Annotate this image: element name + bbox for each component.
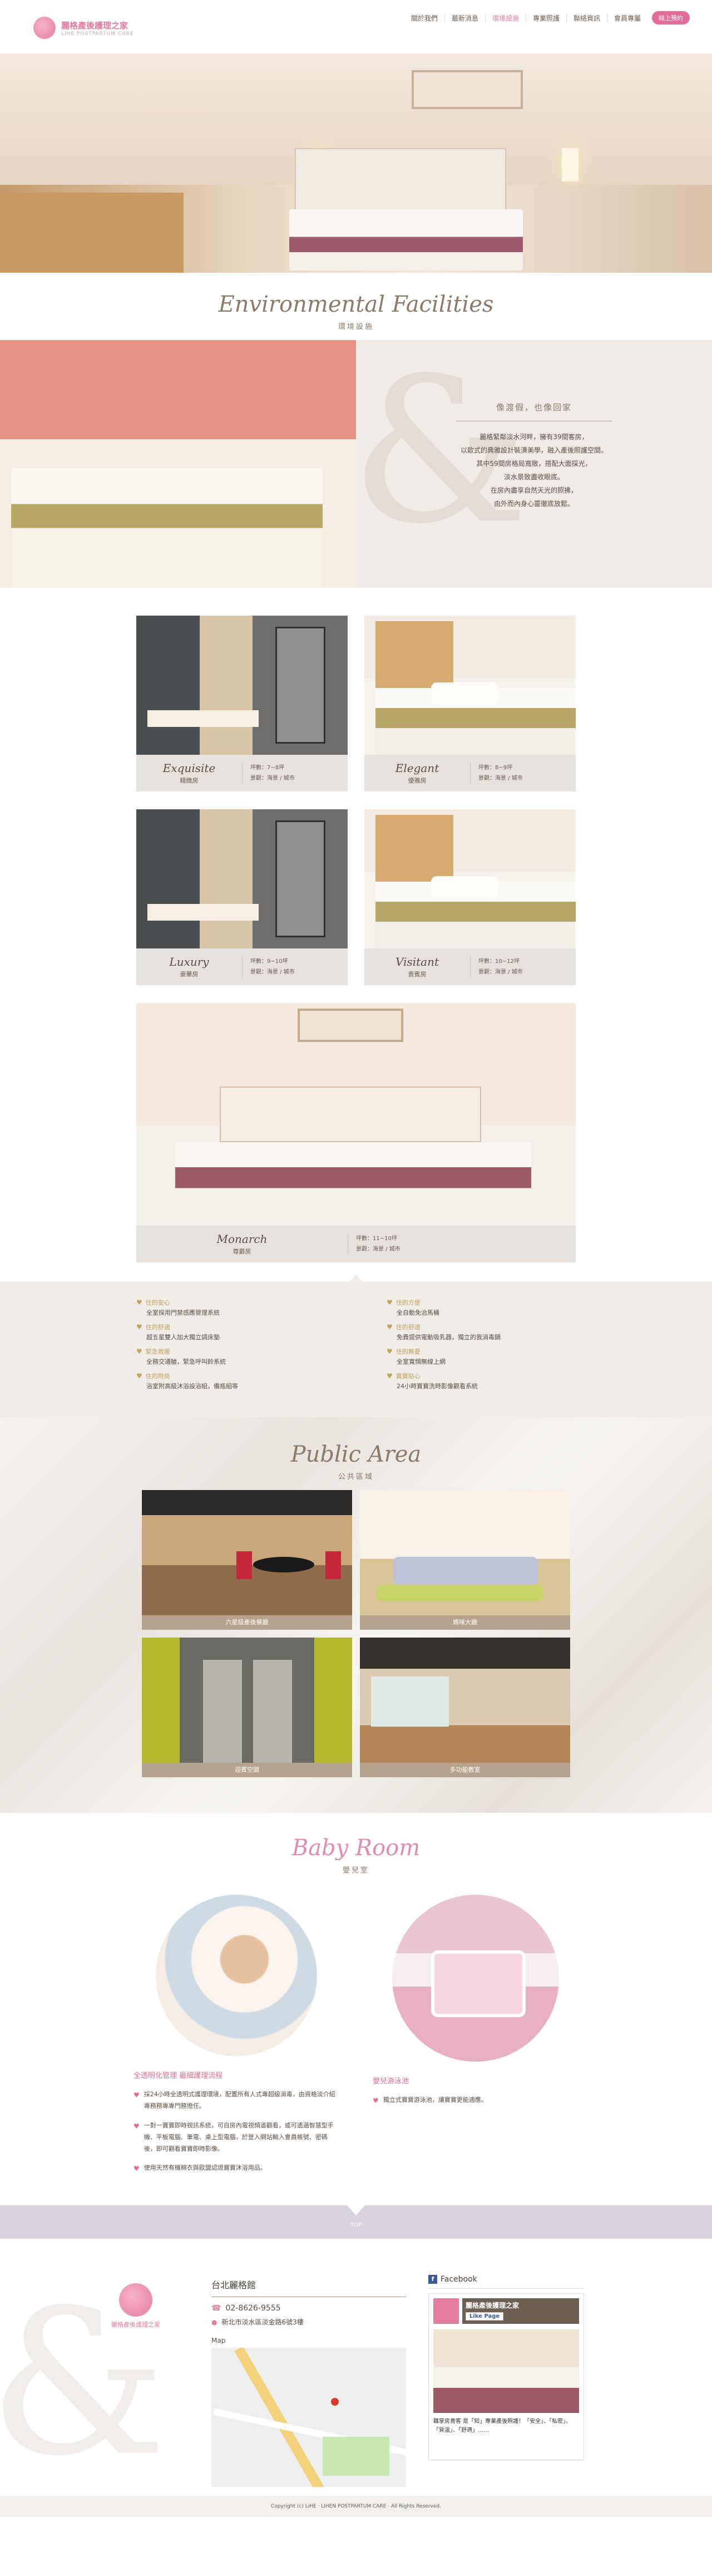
site-footer: & 麗格產後護理之家 台北麗格館 ☎ 02-8626-9555 ● 新北市淡水區淡金… (0, 2239, 712, 2518)
map-pin-icon (331, 2398, 339, 2406)
heart-icon: ♥ (136, 1372, 142, 1380)
main-nav: 關於我們 最新消息 環境設施 專業照護 聯絡資訊 會員專屬 線上預約 (404, 11, 690, 24)
features-list: ♥ 住的安心 全室採用門禁感應管理系統 ♥ 住的舒適 超五星雙人加大獨立調床墊 ♥ 緊急救… (0, 1281, 712, 1417)
heart-icon: ♥ (387, 1372, 393, 1380)
site-header: 麗格產後護理之家 LIHE POSTPARTUM CARE 關於我們 最新消息 … (0, 0, 712, 53)
baby-left-heading: 全透明化管理 最細護理流程 (134, 2072, 223, 2080)
intro-line: 以歐式的典雅設計裝潢美學，融入產後照護空間。 (460, 446, 607, 454)
baby-room-title-zh: 嬰兒室 (342, 1866, 369, 1875)
room-card-luxury[interactable]: Luxury 豪華房 坪數：9~10坪 景觀：海景 / 城市 (136, 809, 348, 985)
heart-icon: ♥ (134, 2122, 140, 2130)
environment-title-zh: 環境設施 (338, 323, 374, 331)
logo-mark-icon (33, 17, 56, 39)
nav-members[interactable]: 會員專屬 (606, 13, 647, 23)
room-card-monarch[interactable]: Monarch 尊爵房 坪數：11~10坪 景觀：海景 / 城市 (136, 1003, 576, 1262)
map-label: Map (211, 2337, 226, 2345)
baby-care-photo (156, 1895, 317, 2056)
hero-painting (412, 70, 523, 109)
heart-icon: ♥ (373, 2097, 379, 2105)
nav-contact[interactable]: 聯絡資訊 (566, 13, 607, 23)
heart-icon: ♥ (134, 2165, 140, 2173)
heart-icon: ♥ (387, 1348, 393, 1355)
environment-title-en: Environmental Facilities (218, 292, 494, 317)
hero-bed (289, 209, 523, 271)
fb-post-image[interactable] (433, 2329, 579, 2413)
fb-page-avatar (433, 2298, 459, 2324)
nav-news[interactable]: 最新消息 (444, 13, 485, 23)
public-area-title-en: Public Area (290, 1442, 422, 1467)
intro-line: 在房內盡享自然天光的照拂， (490, 486, 577, 494)
public-area-title-zh: 公共區域 (338, 1473, 374, 1481)
logo[interactable]: 麗格產後護理之家 LIHE POSTPARTUM CARE (33, 17, 134, 39)
back-to-top-bar[interactable]: TOP (0, 2205, 712, 2239)
book-online-button[interactable]: 線上預約 (652, 11, 690, 24)
up-arrow-icon (347, 2205, 365, 2216)
room-card-exquisite[interactable]: Exquisite 精緻房 坪數：7~8坪 景觀：海景 / 城市 (136, 616, 348, 792)
baby-right-heading: 嬰兒游泳池 (373, 2077, 409, 2086)
pointer-arrow-icon (349, 1275, 363, 1281)
public-card-lobby[interactable]: 媽咪大廳 (360, 1490, 570, 1630)
heart-icon: ♥ (387, 1323, 393, 1331)
intro-line: 淡水景致盡收眼底。 (503, 473, 564, 481)
branch-title: 台北麗格館 (211, 2278, 406, 2298)
top-label: TOP (350, 2222, 362, 2229)
logo-subtitle: LIHE POSTPARTUM CARE (61, 31, 134, 37)
intro-line: 麗格緊鄰淡水河畔，擁有39間客房， (479, 433, 589, 441)
intro-room-photo (0, 340, 356, 588)
footer-logo[interactable]: 麗格產後護理之家 (111, 2283, 160, 2329)
room-grid: Exquisite 精緻房 坪數：7~8坪 景觀：海景 / 城市 Elegant 優雅… (136, 588, 576, 1262)
heart-icon: ♥ (136, 1299, 142, 1306)
phone-number[interactable]: 02-8626-9555 (225, 2304, 280, 2313)
baby-room-title-en: Baby Room (291, 1835, 421, 1861)
fb-like-button[interactable]: Like Page (466, 2312, 504, 2321)
branch-info: 台北麗格館 ☎ 02-8626-9555 ● 新北市淡水區淡金路6號3樓 Map (211, 2278, 406, 2487)
room-card-visitant[interactable]: Visitant 貴賓房 坪數：10~12坪 景觀：海景 / 城市 (364, 809, 576, 985)
heart-icon: ♥ (136, 1323, 142, 1331)
public-card-classroom[interactable]: 多功能教室 (360, 1638, 570, 1777)
hero-image (0, 53, 712, 273)
intro-heading: 像渡假，也像回家 (496, 402, 572, 412)
nav-environment[interactable]: 環境設施 (484, 13, 526, 23)
nav-care[interactable]: 專業照護 (525, 13, 566, 23)
copyright: Copyright (c) LiHE · LIHEN POSTPARTUM CA… (0, 2496, 712, 2518)
fb-page-name[interactable]: 麗格產後護理之家 (466, 2300, 576, 2310)
location-icon: ● (211, 2318, 217, 2326)
logo-mark-icon (119, 2283, 152, 2317)
public-area-section: Public Area 公共區域 六星級產後餐廳 媽咪大廳 迎賓空間 多功能教室 (0, 1417, 712, 1813)
address: 新北市淡水區淡金路6號3樓 (221, 2318, 304, 2327)
baby-room-section: Baby Room 嬰兒室 全透明化管理 最細護理流程 ♥ 採24小時全透明式護理… (0, 1813, 712, 2205)
phone-icon: ☎ (211, 2304, 221, 2313)
facebook-widget: f Facebook 麗格產後護理之家 Like Page 職掌房貴客 是「知」專… (428, 2275, 584, 2461)
location-map[interactable] (211, 2348, 406, 2487)
public-card-entrance[interactable]: 迎賓空間 (142, 1638, 352, 1777)
heart-icon: ♥ (134, 2091, 140, 2099)
intro-line: 其中59間房格局寬敞，搭配大面採光， (476, 460, 592, 468)
logo-name: 麗格產後護理之家 (61, 20, 128, 31)
baby-pool-photo (392, 1895, 559, 2062)
intro-band: & 像渡假，也像回家 麗格緊鄰淡水河畔，擁有39間客房， 以歐式的典雅設計裝潢美… (0, 340, 712, 588)
fb-post-text: 職掌房貴客 是「知」專業產後照護！「安全」、「私密」、「質溫」、「舒適」…… (433, 2418, 572, 2434)
nav-about[interactable]: 關於我們 (404, 13, 444, 23)
intro-line: 由外而內身心靈徹底放鬆。 (493, 500, 574, 508)
room-card-elegant[interactable]: Elegant 優雅房 坪數：8~9坪 景觀：海景 / 城市 (364, 616, 576, 792)
heart-icon: ♥ (136, 1348, 142, 1355)
facebook-icon: f (428, 2275, 437, 2284)
public-card-restaurant[interactable]: 六星級產後餐廳 (142, 1490, 352, 1630)
heart-icon: ♥ (387, 1299, 393, 1306)
environment-title: Environmental Facilities 環境設施 (0, 273, 712, 340)
